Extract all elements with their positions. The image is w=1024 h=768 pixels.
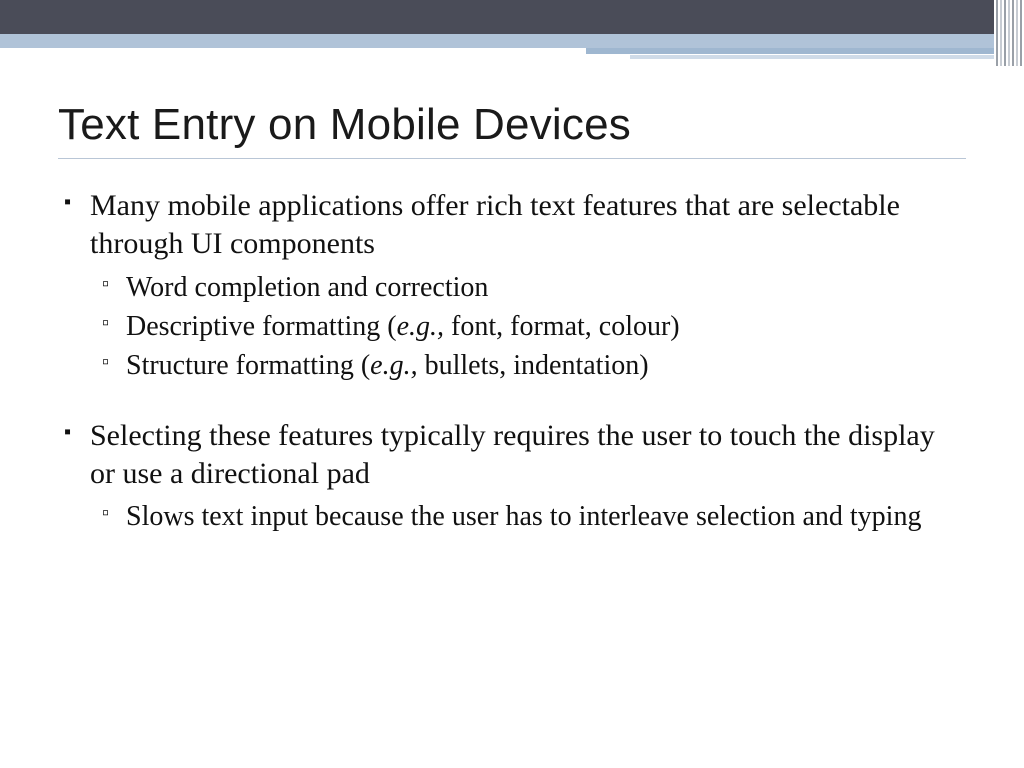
list-item: Structure formatting (e.g., bullets, ind… [90, 348, 966, 385]
text-eg: e.g., [397, 311, 444, 342]
slide-title: Text Entry on Mobile Devices [58, 100, 966, 159]
list-item: Selecting these features typically requi… [58, 417, 966, 537]
header-accent-1 [586, 48, 1016, 54]
bullet-text: Selecting these features typically requi… [90, 417, 966, 494]
slide: Text Entry on Mobile Devices Many mobile… [0, 0, 1024, 768]
list-item: Many mobile applications offer rich text… [58, 187, 966, 385]
list-item: Slows text input because the user has to… [90, 499, 966, 536]
list-item: Word completion and correction [90, 270, 966, 307]
bullet-list: Many mobile applications offer rich text… [58, 187, 966, 536]
text-suffix: bullets, indentation) [418, 350, 649, 381]
slide-content: Text Entry on Mobile Devices Many mobile… [58, 100, 966, 568]
sub-bullet-text: Word completion and correction [126, 272, 488, 303]
sub-bullet-text: Descriptive formatting (e.g., font, form… [126, 311, 680, 342]
header-bar-light [0, 34, 1024, 48]
text-prefix: Structure formatting ( [126, 350, 370, 381]
text-eg: e.g., [370, 350, 417, 381]
header-stripes-icon [994, 0, 1024, 66]
text-prefix: Descriptive formatting ( [126, 311, 397, 342]
sub-bullet-list: Slows text input because the user has to… [90, 499, 966, 536]
list-item: Descriptive formatting (e.g., font, form… [90, 309, 966, 346]
header-accent-2 [630, 55, 1010, 59]
sub-bullet-list: Word completion and correction Descripti… [90, 270, 966, 385]
header-bar-dark [0, 0, 1024, 34]
sub-bullet-text: Slows text input because the user has to… [126, 501, 921, 532]
bullet-text: Many mobile applications offer rich text… [90, 187, 966, 264]
text-suffix: font, format, colour) [444, 311, 680, 342]
sub-bullet-text: Structure formatting (e.g., bullets, ind… [126, 350, 649, 381]
